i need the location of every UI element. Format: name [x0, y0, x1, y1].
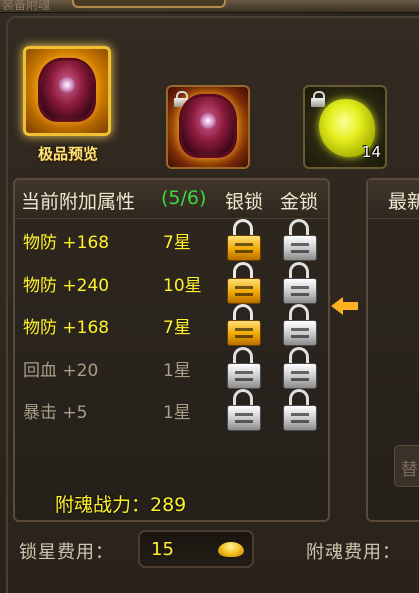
helmet-icon: [41, 60, 93, 119]
silver-lock-header: 银锁: [225, 191, 264, 213]
current-attributes-panel: 当前附加属性 (5/6) 银锁 金锁 物防 +168 7星 物防 +240 10…: [13, 178, 330, 522]
attribute-stars: 7星: [163, 233, 191, 253]
attribute-value: 物防 +168: [23, 318, 110, 338]
right-panel-title: 最新: [388, 191, 419, 213]
attribute-row: 物防 +168 7星: [15, 219, 328, 262]
right-panel-header: 最新: [368, 180, 419, 219]
gold-lock-icon[interactable]: [227, 262, 261, 304]
attribute-row: 物防 +168 7星: [15, 304, 328, 347]
silver-lock-icon[interactable]: [283, 219, 317, 261]
gold-lock-icon[interactable]: [227, 219, 261, 261]
gold-ingot-icon: [218, 542, 244, 557]
silver-lock-icon[interactable]: [283, 304, 317, 346]
arrow-left-icon: [331, 297, 359, 315]
premium-preview-label[interactable]: 极品预览: [24, 143, 112, 164]
replace-button[interactable]: 替: [394, 445, 419, 487]
top-bar-title: 装备附魂: [2, 0, 51, 12]
top-tab-decoration: [72, 0, 226, 8]
premium-preview-button[interactable]: [23, 46, 111, 136]
attribute-stars: 7星: [163, 318, 191, 338]
attribute-value: 物防 +240: [23, 276, 110, 296]
replace-button-label: 替: [401, 460, 418, 480]
attribute-stars: 1星: [163, 361, 191, 381]
silver-lock-icon[interactable]: [227, 347, 261, 389]
lock-icon: [311, 91, 325, 107]
panel-title: 当前附加属性: [21, 191, 136, 213]
attribute-value: 暴击 +5: [23, 403, 88, 423]
attribute-value: 物防 +168: [23, 233, 110, 253]
stone-count: 14: [361, 143, 381, 161]
attribute-value: 回血 +20: [23, 361, 99, 381]
game-window: 装备附魂 极品预览 14 当前附加属性 (5/6) 银锁 金锁 物防 +168 …: [0, 0, 419, 593]
equipment-slot[interactable]: [166, 85, 250, 169]
new-attributes-panel: 最新 替: [366, 178, 419, 522]
panel-header: 当前附加属性 (5/6) 银锁 金锁: [15, 180, 328, 219]
gold-lock-header: 金锁: [280, 191, 319, 213]
silver-lock-icon[interactable]: [283, 262, 317, 304]
helmet-icon: [182, 96, 234, 155]
lock-fee-label: 锁星费用：: [19, 542, 114, 563]
attribute-stars: 1星: [163, 403, 191, 423]
gold-lock-icon[interactable]: [227, 304, 261, 346]
attribute-row: 物防 +240 10星: [15, 262, 328, 305]
enchant-fee-label: 附魂费用：: [306, 542, 401, 563]
silver-lock-icon[interactable]: [227, 389, 261, 431]
attribute-row: 回血 +20 1星: [15, 347, 328, 390]
enchant-power: 附魂战力：289: [55, 494, 187, 516]
top-bar: 装备附魂: [0, 0, 419, 13]
enchant-stone-slot[interactable]: 14: [303, 85, 387, 169]
attribute-stars: 10星: [163, 276, 202, 296]
lock-fee-value: 15: [151, 539, 174, 560]
attribute-count: (5/6): [161, 187, 207, 209]
silver-lock-icon[interactable]: [283, 347, 317, 389]
silver-lock-icon[interactable]: [283, 389, 317, 431]
attribute-row: 暴击 +5 1星: [15, 389, 328, 432]
lock-fee-display: 15: [138, 530, 254, 568]
